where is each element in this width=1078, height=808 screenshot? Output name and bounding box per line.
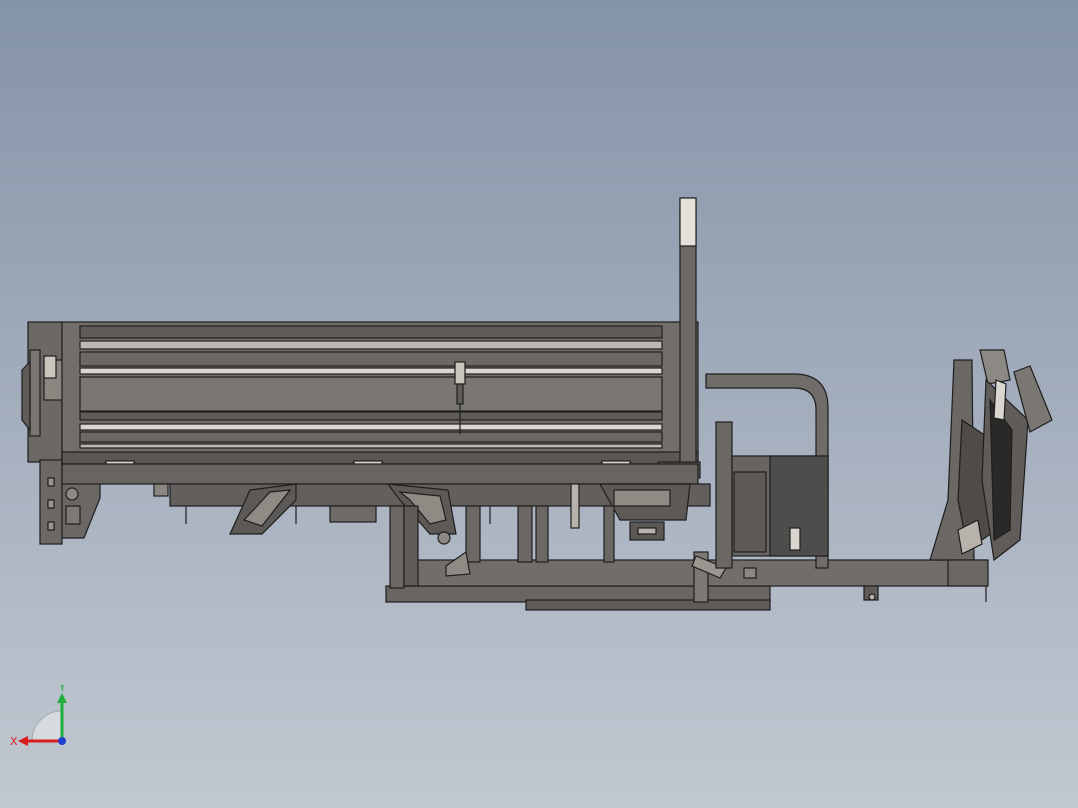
coordinate-triad: Y X xyxy=(10,685,67,748)
triad-plane-icon xyxy=(31,710,63,742)
rear-bracket xyxy=(61,479,101,539)
z-axis-icon xyxy=(58,737,66,745)
rear-tailgate[interactable] xyxy=(21,321,65,545)
cad-viewport[interactable]: Y X xyxy=(0,0,1078,808)
truck-bed-3d-model[interactable] xyxy=(0,0,1078,808)
chassis-frame[interactable] xyxy=(385,505,987,611)
cargo-box-side-panel[interactable] xyxy=(61,321,699,465)
y-axis-label: Y xyxy=(58,685,66,694)
front-coupler-assembly[interactable] xyxy=(929,349,1053,602)
x-axis-label: X xyxy=(10,735,18,748)
battery-box[interactable] xyxy=(715,421,829,569)
